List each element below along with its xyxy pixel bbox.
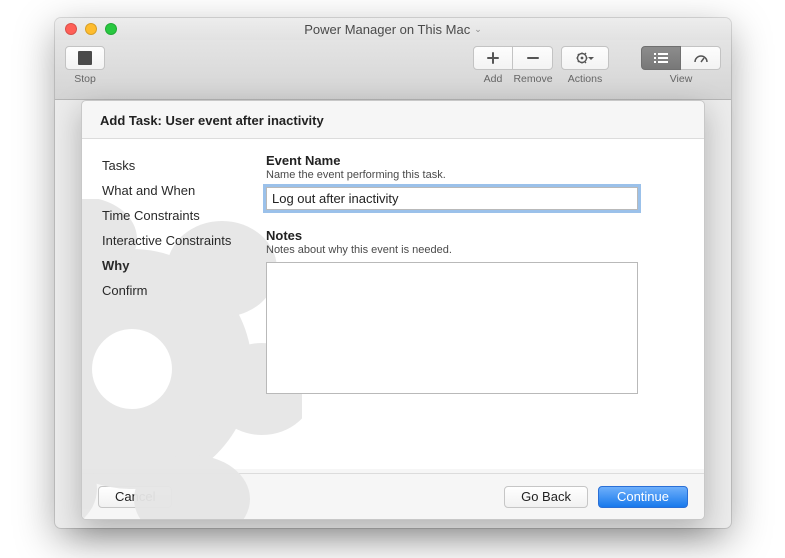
- notes-input[interactable]: [266, 262, 638, 394]
- nav-why[interactable]: Why: [102, 253, 248, 278]
- add-button[interactable]: [473, 46, 513, 70]
- stop-icon: [78, 51, 92, 65]
- event-name-input[interactable]: [266, 187, 638, 210]
- event-name-label: Event Name: [266, 153, 680, 168]
- toolbar-label-view: View: [641, 73, 721, 85]
- toolbar: Stop Add Remove: [55, 40, 731, 100]
- view-gauge-button[interactable]: [681, 46, 721, 70]
- toolbar-add-remove-group: Add Remove: [473, 46, 553, 85]
- sheet-title: Add Task: User event after inactivity: [82, 101, 704, 139]
- nav-time-constraints[interactable]: Time Constraints: [102, 203, 248, 228]
- sheet-body: Tasks What and When Time Constraints Int…: [82, 139, 704, 469]
- window-title-text: Power Manager on This Mac: [304, 22, 470, 37]
- toolbar-label-remove: Remove: [513, 73, 553, 85]
- side-nav: Tasks What and When Time Constraints Int…: [82, 139, 260, 469]
- nav-tasks[interactable]: Tasks: [102, 153, 248, 178]
- toolbar-actions-group: Actions: [561, 46, 609, 85]
- titlebar: Power Manager on This Mac ⌄: [55, 18, 731, 40]
- plus-icon: [486, 51, 500, 65]
- gear-icon: [574, 51, 596, 65]
- window: Power Manager on This Mac ⌄ Stop Add Rem…: [55, 18, 731, 528]
- nav-confirm[interactable]: Confirm: [102, 278, 248, 303]
- form-area: Event Name Name the event performing thi…: [260, 139, 704, 469]
- continue-button[interactable]: Continue: [598, 486, 688, 508]
- notes-label: Notes: [266, 228, 680, 243]
- toolbar-label-add: Add: [473, 73, 513, 85]
- toolbar-label-actions: Actions: [568, 73, 602, 85]
- go-back-button[interactable]: Go Back: [504, 486, 588, 508]
- list-icon: [653, 52, 669, 64]
- nav-what-and-when[interactable]: What and When: [102, 178, 248, 203]
- nav-interactive-constraints[interactable]: Interactive Constraints: [102, 228, 248, 253]
- event-name-help: Name the event performing this task.: [266, 169, 680, 181]
- notes-help: Notes about why this event is needed.: [266, 244, 680, 256]
- chevron-down-icon: ⌄: [474, 24, 482, 35]
- toolbar-stop-group: Stop: [65, 46, 105, 85]
- sheet: Add Task: User event after inactivity Ta…: [81, 100, 705, 520]
- remove-button[interactable]: [513, 46, 553, 70]
- stop-button[interactable]: [65, 46, 105, 70]
- toolbar-view-group: View: [641, 46, 721, 85]
- actions-button[interactable]: [561, 46, 609, 70]
- toolbar-label-stop: Stop: [74, 73, 96, 85]
- window-title[interactable]: Power Manager on This Mac ⌄: [55, 22, 731, 37]
- view-list-button[interactable]: [641, 46, 681, 70]
- minus-icon: [526, 51, 540, 65]
- gauge-icon: [693, 52, 709, 64]
